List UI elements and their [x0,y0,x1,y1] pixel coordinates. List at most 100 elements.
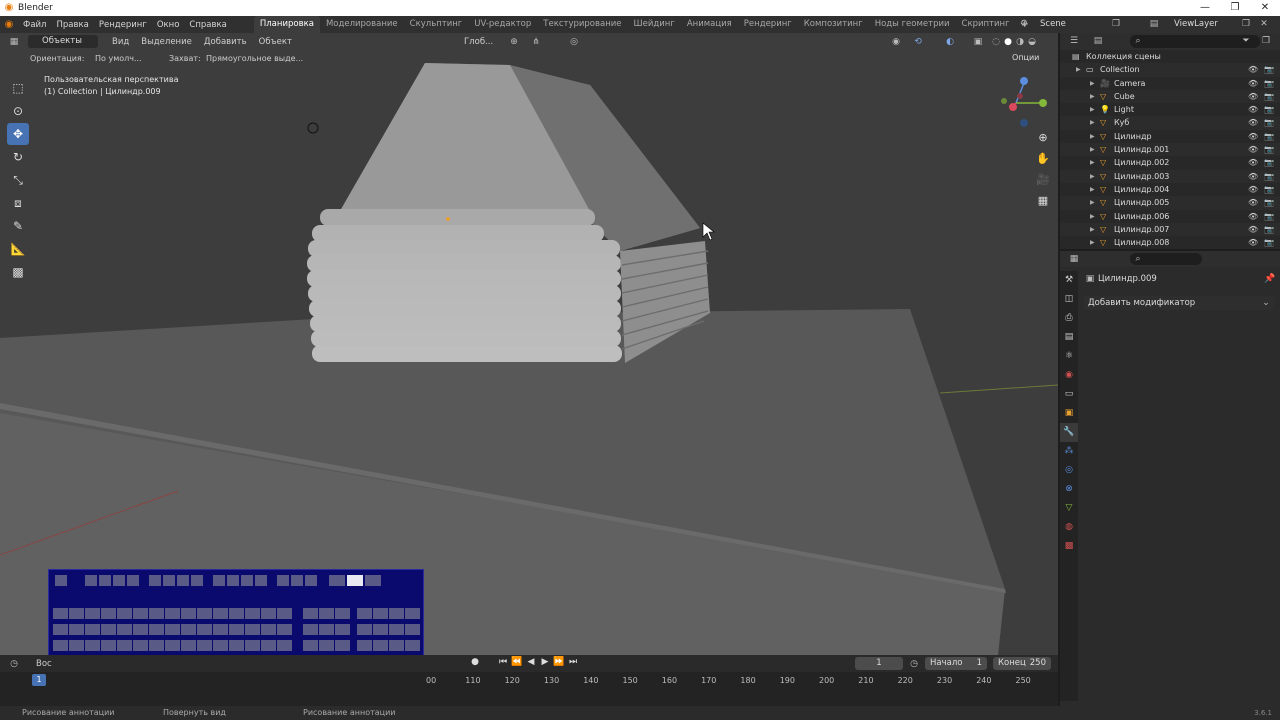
editor-type-icon[interactable]: ▦ [8,37,20,47]
render-camera-icon[interactable]: 📷 [1264,156,1274,169]
properties-editor-icon[interactable]: ▦ [1068,254,1080,264]
menu-window[interactable]: Окно [152,20,185,30]
overlays-toggle-icon[interactable]: ◐ [944,37,956,47]
view-object-types-icon[interactable]: ◉ [890,37,902,47]
menu-select[interactable]: Выделение [135,37,198,47]
tab-shading[interactable]: Шейдинг [628,16,681,33]
outliner-item[interactable]: ▶ ▽ Цилиндр.007 👁 📷 [1060,222,1280,237]
render-camera-icon[interactable]: 📷 [1264,183,1274,196]
visibility-eye-icon[interactable]: 👁 [1248,156,1258,169]
current-frame-field[interactable]: 1 [855,657,903,670]
outliner-item[interactable]: ▶ ▽ Cube 👁 📷 [1060,89,1280,104]
tab-animation[interactable]: Анимация [681,16,738,33]
physics-tab-icon[interactable]: ◎ [1060,461,1078,480]
tab-texture-paint[interactable]: Текстурирование [537,16,627,33]
shading-solid-icon[interactable]: ● [1002,37,1014,47]
expand-arrow-icon[interactable]: ▶ [1076,63,1081,76]
menu-add[interactable]: Добавить [198,37,253,47]
visibility-eye-icon[interactable]: 👁 [1248,170,1258,183]
outliner-item[interactable]: ▶ ▽ Цилиндр.006 👁 📷 [1060,210,1280,223]
outliner-item[interactable]: ▶ ▽ Цилиндр.001 👁 📷 [1060,143,1280,157]
visibility-eye-icon[interactable]: 👁 [1248,103,1258,116]
perspective-toggle-icon[interactable]: ▦ [1034,192,1052,210]
outliner-scene-collection[interactable]: ▤ Коллекция сцены [1060,50,1280,63]
minimize-icon[interactable]: — [1190,0,1220,16]
pin-icon[interactable]: 📌 [1264,274,1276,284]
display-mode-icon[interactable]: ▤ [1092,36,1104,46]
end-frame-field[interactable]: Конец 250 [993,657,1051,670]
scene-tab-icon[interactable]: ⚛ [1060,347,1078,366]
render-camera-icon[interactable]: 📷 [1264,77,1274,90]
visibility-eye-icon[interactable]: 👁 [1248,130,1258,143]
expand-arrow-icon[interactable]: ▶ [1090,116,1095,129]
tab-compositing[interactable]: Композитинг [798,16,869,33]
expand-arrow-icon[interactable]: ▶ [1090,77,1095,90]
add-modifier-button[interactable]: Добавить модификатор ⌄ [1084,296,1274,310]
render-camera-icon[interactable]: 📷 [1264,103,1274,116]
outliner-item[interactable]: ▶ 🎥 Camera 👁 📷 [1060,77,1280,90]
collection-tab-icon[interactable]: ▭ [1060,385,1078,404]
zoom-icon[interactable]: ⊕ [1034,129,1052,147]
filter-icon[interactable]: ⏷ [1240,36,1252,46]
expand-arrow-icon[interactable]: ▶ [1090,183,1095,196]
properties-search-input[interactable]: ⌕ [1130,253,1202,265]
record-icon[interactable]: ● [468,657,482,667]
scene-selector[interactable]: ⚙ Scene ❐ [1018,17,1130,31]
new-viewlayer-icon[interactable]: ❐ [1240,19,1252,29]
navigation-gizmo[interactable] [998,73,1054,129]
menu-render[interactable]: Рендеринг [94,20,152,30]
expand-arrow-icon[interactable]: ▶ [1090,156,1095,169]
world-tab-icon[interactable]: ◉ [1060,366,1078,385]
outliner-item[interactable]: ▶ ▽ Цилиндр.005 👁 📷 [1060,196,1280,210]
expand-arrow-icon[interactable]: ▶ [1090,103,1095,116]
jump-start-icon[interactable]: ⏮ [496,657,510,667]
tab-scripting[interactable]: Скриптинг [956,16,1016,33]
proportional-edit-icon[interactable]: ◎ [568,37,580,47]
prev-keyframe-icon[interactable]: ⏪ [510,657,524,667]
render-camera-icon[interactable]: 📷 [1264,130,1274,143]
menu-help[interactable]: Справка [184,20,231,30]
add-cube-tool-icon[interactable]: ▩ [7,261,29,283]
object-tab-icon[interactable]: ▣ [1060,404,1078,423]
expand-arrow-icon[interactable]: ▶ [1090,196,1095,209]
outliner-item[interactable]: ▶ 💡 Light 👁 📷 [1060,103,1280,116]
outliner-item[interactable]: ▶ ▽ Цилиндр 👁 📷 [1060,130,1280,143]
scale-tool-icon[interactable]: ⤡ [7,169,29,191]
current-frame-marker[interactable]: 1 [32,674,46,686]
outliner-item[interactable]: ▶ ▽ Цилиндр.003 👁 📷 [1060,169,1280,183]
material-tab-icon[interactable]: ◍ [1060,518,1078,537]
visibility-eye-icon[interactable]: 👁 [1248,196,1258,209]
expand-arrow-icon[interactable]: ▶ [1090,223,1095,236]
render-camera-icon[interactable]: 📷 [1264,223,1274,236]
expand-arrow-icon[interactable]: ▶ [1090,130,1095,143]
visibility-eye-icon[interactable]: 👁 [1248,143,1258,156]
orientation-select[interactable]: По умолч... [95,54,142,63]
next-keyframe-icon[interactable]: ⏩ [552,657,566,667]
options-button[interactable]: Опции [1012,53,1039,62]
transform-tool-icon[interactable]: ⧈ [7,192,29,214]
start-frame-field[interactable]: Начало 1 [925,657,987,670]
render-camera-icon[interactable]: 📷 [1264,143,1274,156]
shading-material-icon[interactable]: ◑ [1014,37,1026,47]
data-tab-icon[interactable]: ▽ [1060,499,1078,518]
gizmo-toggle-icon[interactable]: ⟲ [912,37,924,47]
render-camera-icon[interactable]: 📷 [1264,210,1274,223]
outliner-item[interactable]: ▶ ▽ Куб 👁 📷 [1060,116,1280,130]
outliner-editor-icon[interactable]: ☰ [1068,36,1080,46]
visibility-eye-icon[interactable]: 👁 [1248,183,1258,196]
rotate-tool-icon[interactable]: ↻ [7,146,29,168]
constraints-tab-icon[interactable]: ⊗ [1060,480,1078,499]
render-camera-icon[interactable]: 📷 [1264,236,1274,249]
visibility-eye-icon[interactable]: 👁 [1248,63,1258,76]
timeline-ruler[interactable]: 1 00 110 120 130 140 150 160 170 180 190 200 210 220… [0,672,1058,706]
measure-tool-icon[interactable]: 📐 [7,238,29,260]
new-collection-icon[interactable]: ❐ [1260,36,1272,46]
transform-orientation-select[interactable]: Глоб... [458,37,499,47]
maximize-icon[interactable]: ❐ [1220,0,1250,16]
camera-view-icon[interactable]: 🎥 [1034,171,1052,189]
expand-arrow-icon[interactable]: ▶ [1090,210,1095,223]
outliner-item[interactable]: ▶ ▽ Цилиндр.004 👁 📷 [1060,183,1280,196]
snap-icon[interactable]: ⋔ [530,37,542,47]
particles-tab-icon[interactable]: ⁂ [1060,442,1078,461]
3d-viewport[interactable]: ▦ Объекты Вид Выделение Добавить Объект … [0,33,1058,655]
